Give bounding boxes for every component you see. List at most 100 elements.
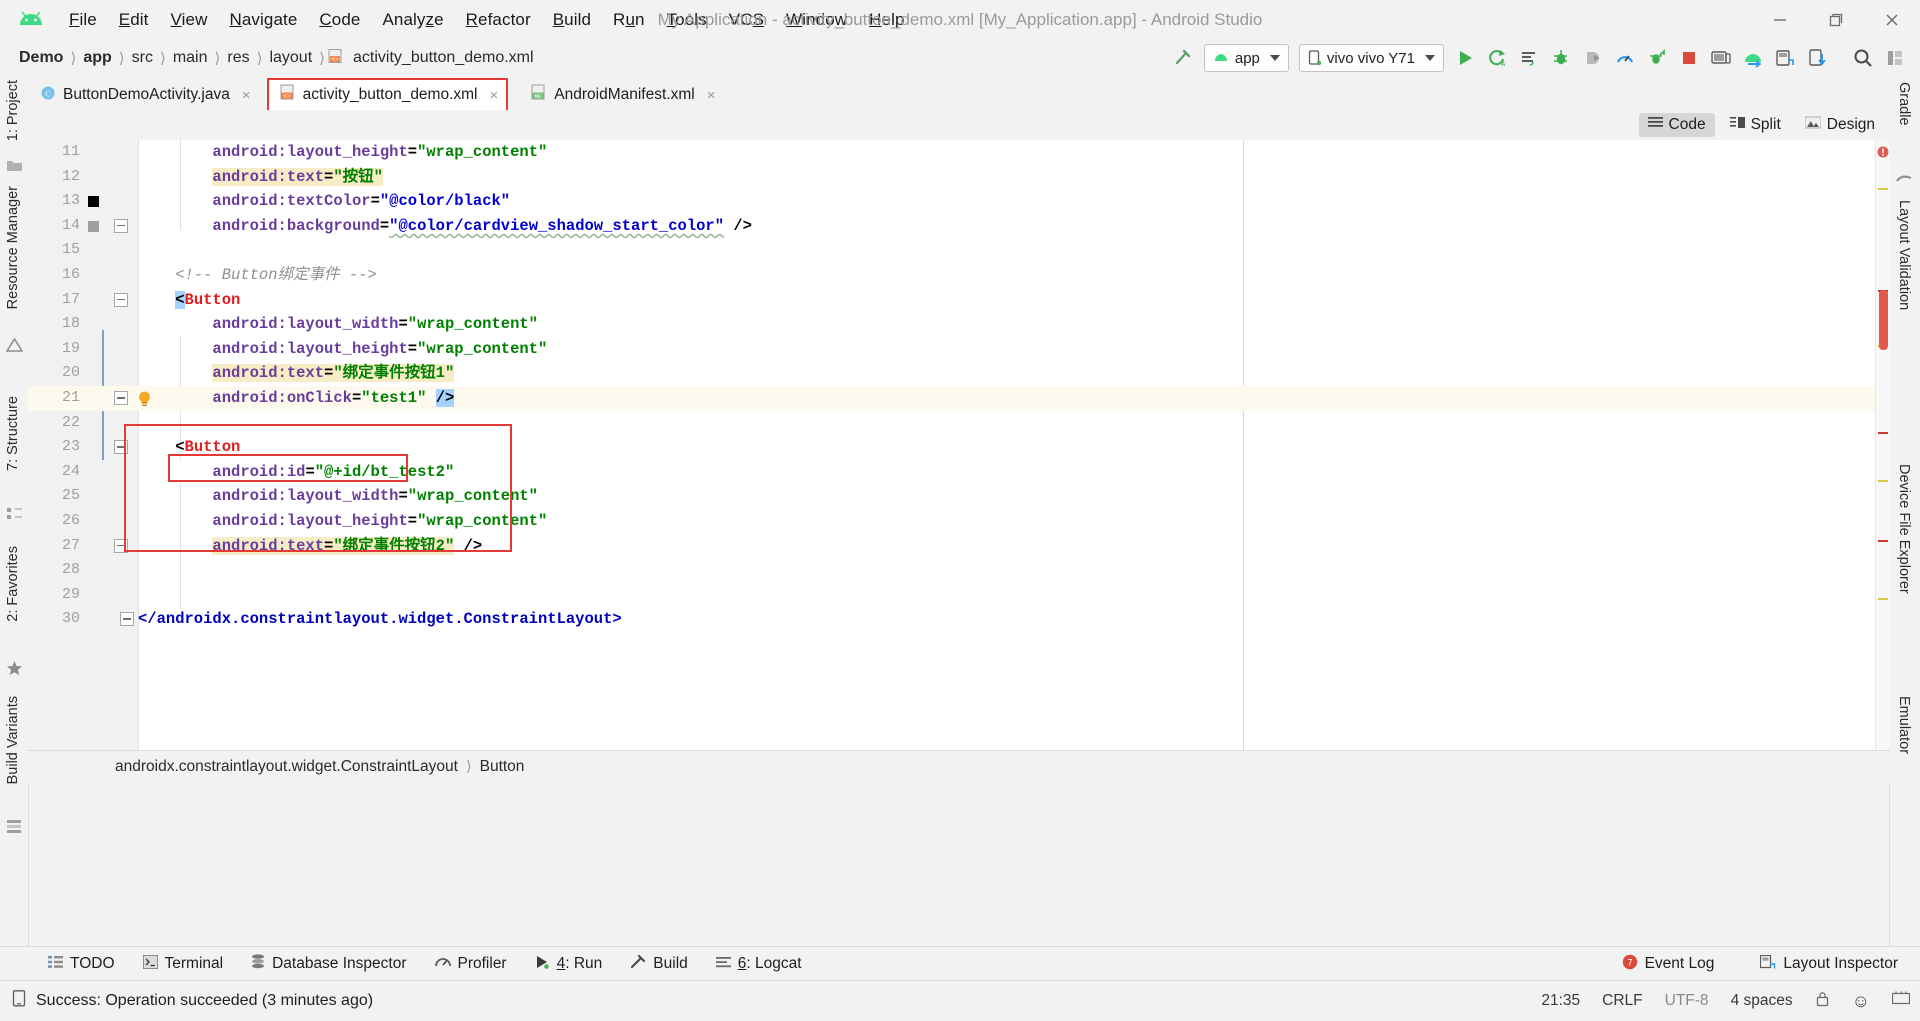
debug-icon[interactable]	[1546, 44, 1576, 72]
fold-marker-icon[interactable]	[120, 612, 134, 627]
sidebar-item-build-variants[interactable]: Build Variants	[5, 696, 21, 784]
tab-activity-button-demo-xml[interactable]: <> activity_button_demo.xml ×	[266, 78, 509, 112]
breadcrumb-src[interactable]: src	[127, 49, 158, 67]
fold-marker-icon[interactable]	[114, 292, 128, 307]
search-everywhere-icon[interactable]	[1848, 44, 1878, 72]
editor-row[interactable]: 22	[28, 411, 1890, 436]
profiler-icon[interactable]	[1610, 44, 1640, 72]
status-message[interactable]: Success: Operation succeeded (3 minutes …	[12, 990, 373, 1012]
editor-row[interactable]: 19 android:layout_height="wrap_content"	[28, 337, 1890, 362]
fold-marker-icon[interactable]	[114, 440, 128, 455]
fold-marker-icon[interactable]	[114, 218, 128, 233]
minimize-icon[interactable]	[1752, 0, 1808, 40]
breadcrumb-app[interactable]: app	[78, 49, 116, 67]
close-icon[interactable]	[1864, 0, 1920, 40]
apply-changes-icon[interactable]: A	[1482, 44, 1512, 72]
tool-window-profiler[interactable]: Profiler	[421, 955, 521, 974]
menu-refactor[interactable]: Refactor	[455, 6, 542, 34]
menu-code[interactable]: Code	[308, 6, 371, 34]
line-separator[interactable]: CRLF	[1602, 992, 1642, 1010]
sdk-manager-icon[interactable]	[1738, 44, 1768, 72]
breadcrumb-res[interactable]: res	[222, 49, 254, 67]
tool-window-database-inspector[interactable]: Database Inspector	[237, 954, 420, 974]
menu-file[interactable]: File	[58, 6, 108, 34]
breadcrumb-file[interactable]: activity_button_demo.xml	[348, 49, 539, 67]
sidebar-item-layout-validation[interactable]: Layout Validation	[1896, 200, 1912, 310]
indent-setting[interactable]: 4 spaces	[1731, 992, 1793, 1010]
editor-row[interactable]: 20 android:text="绑定事件按钮1"	[28, 361, 1890, 386]
menu-view[interactable]: View	[160, 6, 219, 34]
editor-row[interactable]: 28	[28, 558, 1890, 583]
avd-manager-icon[interactable]	[1706, 44, 1736, 72]
editor-row[interactable]: 13 android:textColor="@color/black"	[28, 189, 1890, 214]
device-selector[interactable]: vivo vivo Y71	[1298, 44, 1444, 72]
run-icon[interactable]	[1450, 44, 1480, 72]
menu-analyze[interactable]: Analyze	[371, 6, 454, 34]
editor-row[interactable]: 27 android:text="绑定事件按钮2" />	[28, 534, 1890, 559]
caret-position[interactable]: 21:35	[1541, 992, 1580, 1010]
stop-icon[interactable]	[1674, 44, 1704, 72]
tool-window-logcat[interactable]: 6: Logcat	[702, 955, 816, 974]
build-hammer-icon[interactable]	[1168, 44, 1198, 72]
close-icon[interactable]: ×	[707, 87, 716, 104]
editor-row[interactable]: 11 android:layout_height="wrap_content"	[28, 140, 1890, 165]
tab-android-manifest-xml[interactable]: MF AndroidManifest.xml ×	[518, 80, 725, 110]
sidebar-item-structure[interactable]: 7: Structure	[5, 396, 21, 471]
menu-tools[interactable]: Tools	[656, 6, 718, 34]
editor-row[interactable]: 17 <Button	[28, 288, 1890, 313]
project-structure-icon[interactable]	[1880, 44, 1910, 72]
editor-row[interactable]: 15	[28, 238, 1890, 263]
run-configuration-selector[interactable]: app	[1203, 44, 1289, 72]
view-mode-design[interactable]: Design	[1796, 113, 1884, 137]
sidebar-item-favorites[interactable]: 2: Favorites	[5, 546, 21, 622]
sidebar-item-resource-manager[interactable]: Resource Manager	[5, 186, 21, 309]
tab-button-demo-activity-java[interactable]: C ButtonDemoActivity.java ×	[28, 80, 261, 110]
tool-window-layout-inspector[interactable]: Layout Inspector	[1746, 954, 1912, 974]
sidebar-item-gradle[interactable]: Gradle	[1896, 82, 1912, 126]
editor-row[interactable]: 12 android:text="按钮"	[28, 165, 1890, 190]
sidebar-item-device-file-explorer[interactable]: Device File Explorer	[1896, 464, 1912, 594]
editor-scrollbar-thumb[interactable]	[1879, 290, 1888, 350]
view-mode-split[interactable]: Split	[1721, 113, 1790, 137]
editor-row-current[interactable]: 21 android:onClick="test1" />	[28, 386, 1890, 411]
menu-build[interactable]: Build	[542, 6, 602, 34]
device-file-explorer-icon[interactable]	[1802, 44, 1832, 72]
maximize-icon[interactable]	[1808, 0, 1864, 40]
attach-debugger-icon[interactable]	[1578, 44, 1608, 72]
editor-row[interactable]: 16 <!-- Button绑定事件 -->	[28, 263, 1890, 288]
editor-row[interactable]: 30 </androidx.constraintlayout.widget.Co…	[28, 607, 1890, 632]
tool-window-run[interactable]: 4: Run	[521, 955, 617, 974]
sidebar-item-project[interactable]: 1: Project	[5, 80, 21, 141]
editor-row[interactable]: 18 android:layout_width="wrap_content"	[28, 312, 1890, 337]
editor-row[interactable]: 26 android:layout_height="wrap_content"	[28, 509, 1890, 534]
editor-row[interactable]: 25 android:layout_width="wrap_content"	[28, 484, 1890, 509]
tool-window-terminal[interactable]: Terminal	[129, 954, 238, 974]
fold-marker-icon[interactable]	[114, 391, 128, 405]
face-icon[interactable]: ☺	[1852, 991, 1870, 1012]
breadcrumb-main[interactable]: main	[168, 49, 213, 67]
breadcrumb-demo[interactable]: Demo	[14, 49, 68, 67]
menu-help[interactable]: Help	[858, 6, 915, 34]
close-icon[interactable]: ×	[242, 87, 251, 104]
memory-indicator-icon[interactable]	[1891, 991, 1911, 1011]
apply-code-changes-icon[interactable]	[1514, 44, 1544, 72]
editor-breadcrumb-button[interactable]: Button	[475, 758, 530, 776]
tool-window-build[interactable]: Build	[616, 954, 701, 974]
menu-edit[interactable]: Edit	[108, 6, 160, 34]
editor-row[interactable]: 29	[28, 583, 1890, 608]
menu-run[interactable]: Run	[602, 6, 656, 34]
tool-window-todo[interactable]: TODO	[0, 955, 129, 974]
editor-row[interactable]: 23 <Button	[28, 435, 1890, 460]
menu-navigate[interactable]: Navigate	[218, 6, 308, 34]
tool-window-event-log[interactable]: 7 Event Log	[1608, 954, 1729, 975]
view-mode-code[interactable]: Code	[1638, 113, 1715, 137]
close-icon[interactable]: ×	[490, 87, 499, 104]
fold-marker-icon[interactable]	[114, 538, 128, 553]
file-encoding[interactable]: UTF-8	[1665, 992, 1709, 1010]
layout-inspector-icon[interactable]	[1770, 44, 1800, 72]
breadcrumb-layout[interactable]: layout	[264, 49, 317, 67]
editor-row[interactable]: 14 android:background="@color/cardview_s…	[28, 214, 1890, 239]
menu-window[interactable]: Window	[775, 6, 858, 34]
lock-icon[interactable]	[1815, 991, 1830, 1012]
sidebar-item-emulator[interactable]: Emulator	[1896, 696, 1912, 754]
